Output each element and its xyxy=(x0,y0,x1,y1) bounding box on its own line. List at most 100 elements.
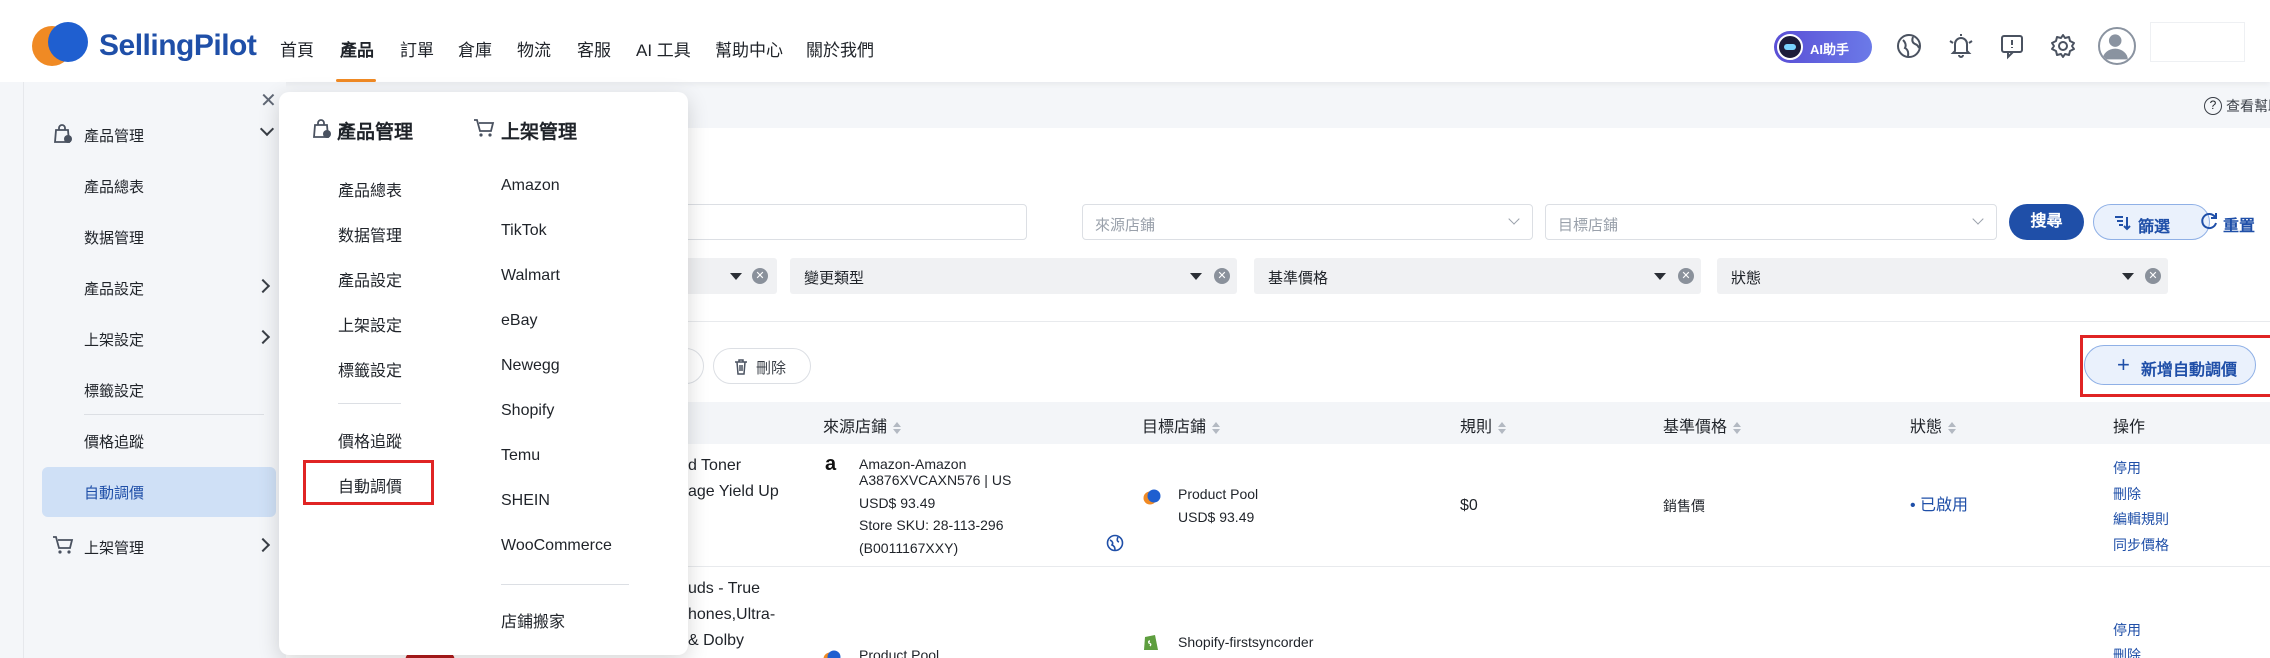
mega-menu-item-store-migration[interactable]: 店鋪搬家 xyxy=(501,608,565,632)
bell-icon[interactable] xyxy=(1947,32,1975,60)
mega-menu-item-woocommerce[interactable]: WooCommerce xyxy=(501,537,612,555)
mega-menu-item-listing-settings[interactable]: 上架設定 xyxy=(338,312,402,336)
sidebar-item-tag-settings[interactable]: 標籤設定 xyxy=(84,380,144,401)
sort-icon[interactable] xyxy=(1948,421,1957,434)
caret-down-icon xyxy=(1654,273,1666,280)
user-icon xyxy=(2102,34,2128,60)
user-name-box[interactable] xyxy=(2150,22,2245,62)
nav-orders[interactable]: 訂單 xyxy=(400,36,434,61)
column-header-status[interactable]: 狀態 xyxy=(1910,413,1957,437)
mega-menu-item-shein[interactable]: SHEIN xyxy=(501,492,550,510)
globe-link-icon[interactable] xyxy=(1106,534,1124,552)
nav-customer-service[interactable]: 客服 xyxy=(577,36,611,61)
ai-assistant-button[interactable]: AI助手 xyxy=(1774,31,1872,63)
mega-menu-item-product-list[interactable]: 產品總表 xyxy=(338,177,402,201)
edit-rule-action-link[interactable]: 編輯規則 xyxy=(2113,509,2169,529)
help-link[interactable]: 查看幫助 xyxy=(2226,96,2270,116)
product-title-fragment[interactable]: d Toner xyxy=(688,453,741,479)
sidebar-item-data-management[interactable]: 数据管理 xyxy=(84,227,144,248)
reset-button[interactable]: 重置 xyxy=(2223,212,2255,236)
disable-action-link[interactable]: 停用 xyxy=(2113,458,2141,478)
amazon-logo-icon: a xyxy=(825,453,837,475)
product-title-fragment[interactable]: hones,Ultra- xyxy=(688,602,775,628)
delete-action-link[interactable]: 刪除 xyxy=(2113,645,2141,658)
disable-action-link[interactable]: 停用 xyxy=(2113,620,2141,640)
filter-tag-status[interactable]: 狀態 ✕ xyxy=(1717,258,2168,294)
column-header-source-store[interactable]: 來源店鋪 xyxy=(823,413,902,437)
chevron-down-icon[interactable] xyxy=(259,121,275,137)
trash-icon xyxy=(735,359,747,375)
clear-icon[interactable]: ✕ xyxy=(1678,268,1694,284)
mega-menu-item-ebay[interactable]: eBay xyxy=(501,312,537,330)
search-button[interactable]: 搜尋 xyxy=(2009,204,2084,240)
mega-menu-item-shopify[interactable]: Shopify xyxy=(501,402,554,420)
target-store-select[interactable]: 目標店鋪 xyxy=(1545,204,1997,240)
help-icon[interactable]: ? xyxy=(2204,97,2222,115)
chevron-right-icon[interactable] xyxy=(255,537,271,553)
column-header-rule[interactable]: 規則 xyxy=(1460,413,1507,437)
base-price-value: 銷售價 xyxy=(1663,498,1705,514)
filter-tag-change-type[interactable]: 變更類型 ✕ xyxy=(790,258,1237,294)
mega-menu-item-price-tracking[interactable]: 價格追蹤 xyxy=(338,428,402,452)
source-store-name: Product Pool xyxy=(859,647,940,658)
column-header-target-store[interactable]: 目標店鋪 xyxy=(1142,413,1221,437)
product-title-fragment[interactable]: uds - True xyxy=(688,576,760,602)
left-edge-strip xyxy=(0,82,24,658)
nav-warehouse[interactable]: 倉庫 xyxy=(458,36,492,61)
caret-down-icon xyxy=(1190,273,1202,280)
sidebar-item-product-list[interactable]: 產品總表 xyxy=(84,176,144,197)
globe-icon[interactable] xyxy=(1895,32,1923,60)
mega-menu-item-data-management[interactable]: 数据管理 xyxy=(338,222,402,246)
clear-icon[interactable]: ✕ xyxy=(1214,268,1230,284)
filter-button[interactable]: 篩選 xyxy=(2093,204,2210,240)
message-icon[interactable] xyxy=(1998,32,2026,60)
source-store-id: A3876XVCAXN576 | US xyxy=(859,472,1012,488)
delete-action-link[interactable]: 刪除 xyxy=(2113,484,2141,504)
source-store-select[interactable]: 來源店鋪 xyxy=(1082,204,1533,240)
close-icon[interactable]: ✕ xyxy=(260,88,277,113)
sidebar-group-product-management[interactable]: 產品管理 xyxy=(84,125,144,146)
user-avatar[interactable] xyxy=(2098,27,2136,65)
sort-icon[interactable] xyxy=(1212,421,1221,434)
mega-menu-item-tag-settings[interactable]: 標籤設定 xyxy=(338,357,402,381)
sidebar-item-auto-pricing[interactable]: 自動調價 xyxy=(84,482,144,503)
product-title-fragment[interactable]: & Dolby xyxy=(688,628,744,654)
delete-button[interactable]: 刪除 xyxy=(713,348,811,384)
chevron-right-icon[interactable] xyxy=(255,278,271,294)
mega-menu-item-tiktok[interactable]: TikTok xyxy=(501,222,547,240)
clear-icon[interactable]: ✕ xyxy=(752,268,768,284)
mega-menu-item-walmart[interactable]: Walmart xyxy=(501,267,560,285)
clear-icon[interactable]: ✕ xyxy=(2145,268,2161,284)
keyword-input[interactable] xyxy=(640,204,1027,240)
cart-icon xyxy=(53,536,74,554)
product-title-fragment[interactable]: age Yield Up xyxy=(688,479,779,505)
nav-ai-tools[interactable]: AI 工具 xyxy=(636,36,691,61)
filter-tag-base-price[interactable]: 基準價格 ✕ xyxy=(1254,258,1701,294)
target-store-placeholder: 目標店鋪 xyxy=(1558,217,1619,234)
sidebar-item-product-settings[interactable]: 產品設定 xyxy=(84,278,144,299)
product-pool-logo-icon xyxy=(823,650,841,658)
sidebar-item-price-tracking[interactable]: 價格追蹤 xyxy=(84,431,144,452)
sidebar-group-listing-management[interactable]: 上架管理 xyxy=(84,537,144,558)
column-header-actions: 操作 xyxy=(2113,419,2146,436)
sync-price-action-link[interactable]: 同步價格 xyxy=(2113,535,2169,555)
mega-menu-item-newegg[interactable]: Newegg xyxy=(501,357,560,375)
sidebar-item-listing-settings[interactable]: 上架設定 xyxy=(84,329,144,350)
source-store-sku: Store SKU: 28-113-296 xyxy=(859,517,1004,533)
column-header-base-price[interactable]: 基準價格 xyxy=(1663,413,1742,437)
nav-help-center[interactable]: 幫助中心 xyxy=(715,36,783,61)
nav-products[interactable]: 產品 xyxy=(340,36,374,61)
mega-menu-item-amazon[interactable]: Amazon xyxy=(501,177,560,195)
mega-menu-item-product-settings[interactable]: 產品設定 xyxy=(338,267,402,291)
nav-home[interactable]: 首頁 xyxy=(280,36,314,61)
sellingpilot-logo-icon[interactable] xyxy=(30,20,94,68)
mega-menu-item-temu[interactable]: Temu xyxy=(501,447,540,465)
sort-icon[interactable] xyxy=(893,421,902,434)
refresh-icon[interactable] xyxy=(2199,211,2219,231)
gear-icon[interactable] xyxy=(2049,32,2077,60)
nav-about-us[interactable]: 關於我們 xyxy=(806,36,874,61)
sort-icon[interactable] xyxy=(1498,421,1507,434)
sort-icon[interactable] xyxy=(1733,421,1742,434)
chevron-right-icon[interactable] xyxy=(255,329,271,345)
nav-logistics[interactable]: 物流 xyxy=(517,36,551,61)
